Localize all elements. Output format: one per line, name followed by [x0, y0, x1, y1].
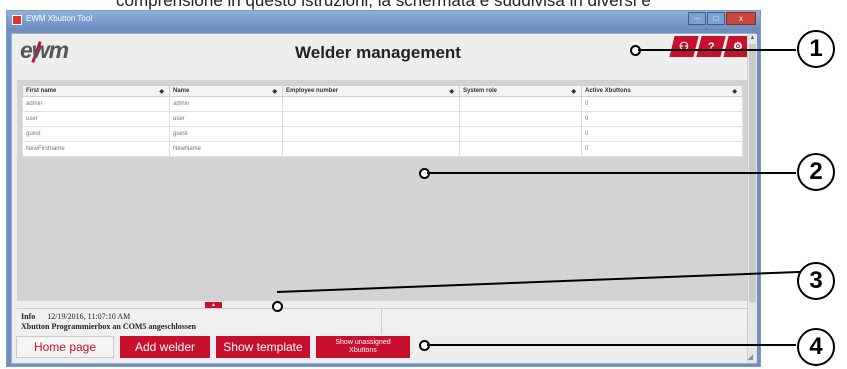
table-row[interactable]: guest guest 0 [22, 126, 743, 142]
callout-line-2 [427, 172, 796, 174]
cell-active-xbuttons: 0 [581, 126, 743, 142]
window-title: EWM Xbutton Tool [26, 14, 93, 23]
column-header-system-role[interactable]: System role ◆ [459, 85, 582, 97]
client-area: ewm Welder management ⚇ ? ⚙ ▲ First name… [11, 33, 757, 364]
show-template-button[interactable]: Show template [216, 336, 310, 358]
table-row[interactable]: user user 0 [22, 111, 743, 127]
sort-icon[interactable]: ◆ [571, 88, 576, 95]
callout-1: 1 [797, 30, 835, 68]
info-panel: Info 12/19/2016, 11:07:10 AM Xbutton Pro… [17, 308, 747, 334]
header-tabs: ⚇ ? ⚙ [669, 36, 753, 57]
callout-line-4 [427, 344, 796, 346]
table-header-row: First name ◆ Name ◆ Employee number ◆ Syste… [22, 85, 743, 97]
column-header-name[interactable]: Name ◆ [169, 85, 283, 97]
info-divider [381, 309, 382, 334]
cell-active-xbuttons: 0 [581, 141, 743, 157]
info-header: Info 12/19/2016, 11:07:10 AM [21, 312, 130, 321]
show-unassigned-line1: Show unassigned [335, 339, 391, 346]
resize-grip-icon[interactable]: ◢ [748, 353, 753, 361]
help-tab[interactable]: ? [696, 36, 726, 57]
window-titlebar[interactable]: EWM Xbutton Tool – □ x [7, 11, 760, 30]
callout-2: 2 [797, 153, 835, 191]
sort-icon[interactable]: ◆ [449, 88, 454, 95]
cell-system-role [459, 141, 582, 157]
minimize-button[interactable]: – [688, 12, 706, 25]
vertical-scrollbar[interactable]: ▲ [747, 34, 757, 363]
callout-line-1 [638, 49, 796, 51]
welder-list-area: First name ◆ Name ◆ Employee number ◆ Syste… [17, 80, 747, 301]
callout-3: 3 [797, 262, 835, 300]
app-window: EWM Xbutton Tool – □ x ewm Welder manage… [6, 10, 761, 367]
cell-active-xbuttons: 0 [581, 96, 743, 112]
cell-name: NewName [169, 141, 283, 157]
users-icon: ⚇ [679, 41, 689, 53]
cell-employee-number [282, 126, 460, 142]
table-row[interactable]: NewFirstname NewName 0 [22, 141, 743, 157]
maximize-button[interactable]: □ [707, 12, 725, 25]
users-tab[interactable]: ⚇ [669, 36, 699, 57]
info-label: Info [21, 312, 36, 321]
cell-name: admin [169, 96, 283, 112]
column-header-employee-number[interactable]: Employee number ◆ [282, 85, 460, 97]
cell-name: user [169, 111, 283, 127]
page-title: Welder management [295, 43, 461, 62]
welder-table: First name ◆ Name ◆ Employee number ◆ Syste… [22, 85, 743, 157]
cell-first-name: admin [22, 96, 170, 112]
cell-active-xbuttons: 0 [581, 111, 743, 127]
sort-icon[interactable]: ◆ [159, 88, 164, 95]
info-timestamp: 12/19/2016, 11:07:10 AM [47, 312, 131, 321]
callout-dot-3 [272, 301, 283, 312]
show-unassigned-xbuttons-button[interactable]: Show unassigned Xbuttons [316, 336, 410, 358]
cell-system-role [459, 111, 582, 127]
cell-first-name: NewFirstname [22, 141, 170, 157]
cell-system-role [459, 96, 582, 112]
cell-employee-number [282, 96, 460, 112]
sort-icon[interactable]: ◆ [272, 88, 277, 95]
callout-4: 4 [797, 328, 835, 366]
scroll-up-icon[interactable]: ▲ [749, 34, 756, 42]
settings-icon: ⚙ [733, 41, 743, 53]
info-message: Xbutton Programmierbox an COM5 angeschlo… [21, 322, 196, 331]
ewm-logo: ewm [20, 37, 69, 63]
cell-first-name: guest [22, 126, 170, 142]
home-page-button[interactable]: Home page [16, 336, 114, 358]
column-header-active-xbuttons[interactable]: Active Xbuttons ◆ [581, 85, 743, 97]
column-header-first-name[interactable]: First name ◆ [22, 85, 170, 97]
show-unassigned-line2: Xbuttons [349, 347, 377, 354]
app-icon [12, 15, 22, 25]
cell-system-role [459, 126, 582, 142]
cell-employee-number [282, 141, 460, 157]
cell-name: guest [169, 126, 283, 142]
table-row[interactable]: admin admin 0 [22, 96, 743, 112]
button-bar: Home page Add welder Show template Show … [16, 336, 410, 358]
close-button[interactable]: x [726, 12, 756, 25]
sort-icon[interactable]: ◆ [732, 88, 737, 95]
add-welder-button[interactable]: Add welder [120, 336, 210, 358]
cell-first-name: user [22, 111, 170, 127]
cell-employee-number [282, 111, 460, 127]
